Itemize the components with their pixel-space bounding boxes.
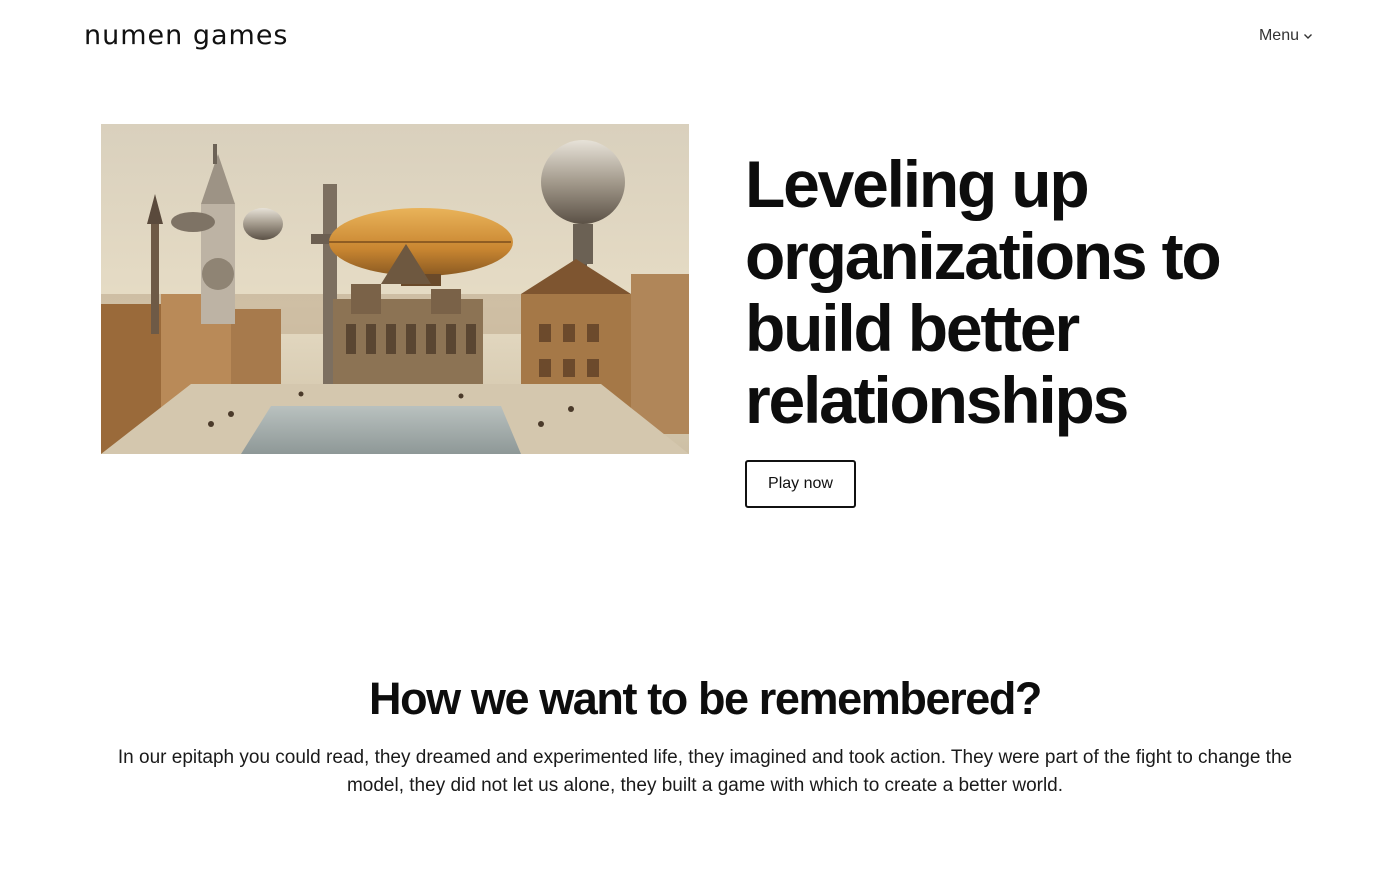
section-title: How we want to be remembered? bbox=[368, 673, 1042, 724]
steampunk-city-illustration bbox=[101, 124, 689, 454]
chevron-down-icon bbox=[1304, 34, 1312, 39]
play-now-button[interactable]: Play now bbox=[745, 460, 856, 508]
hero-title: Leveling up organizations to build bette… bbox=[745, 147, 1222, 437]
menu-label: Menu bbox=[1258, 27, 1299, 44]
menu-button[interactable]: Menu bbox=[1259, 24, 1313, 48]
site-header: numen games Menu bbox=[0, 0, 1387, 72]
section-body-text: In our epitaph you could read, they drea… bbox=[117, 747, 1293, 796]
hero-image bbox=[101, 124, 689, 454]
logo-link[interactable]: numen games bbox=[84, 20, 308, 51]
logo: numen games bbox=[84, 20, 289, 51]
